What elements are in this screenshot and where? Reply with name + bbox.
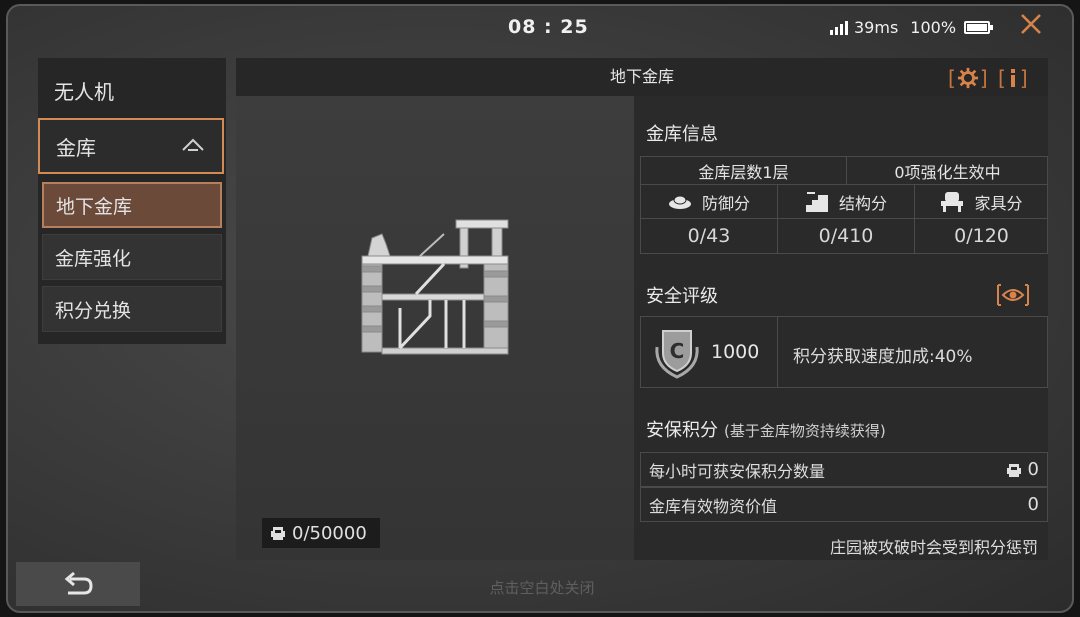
asset-value-label: 金库有效物资价值 (649, 496, 778, 516)
hourly-points-label: 每小时可获安保积分数量 (649, 461, 826, 481)
vault-floors: 金库层数1层 (641, 157, 847, 185)
safety-rating-box: C 1000 积分获取速度加成:40% (640, 316, 1048, 388)
capacity-value: 0/50000 (292, 522, 367, 544)
rating-shield-icon: C (655, 330, 699, 379)
security-points-icon (1006, 463, 1021, 477)
side-menu: 无人机 金库 地下金库 金库强化 积分兑换 (38, 58, 226, 344)
sub-item-label: 地下金库 (56, 195, 133, 218)
safety-score: 1000 (711, 341, 760, 363)
asset-value: 0 (1027, 494, 1039, 515)
vault-preview: 0/50000 (236, 96, 634, 560)
penalty-note: 庄园被攻破时会受到积分惩罚 (829, 538, 1038, 557)
asset-value-row: 金库有效物资价值 0 (640, 487, 1048, 522)
vault-panel: 地下金库 [ ] [] 0/50000 金库信息 金库层数1层 0项强化生效中… (236, 58, 1048, 560)
battery-icon (964, 21, 994, 34)
furniture-header: 家具分 (915, 185, 1048, 219)
structure-label: 结构分 (838, 193, 887, 213)
menu-item-vault[interactable]: 金库 (38, 118, 224, 174)
chevron-up-icon (182, 138, 204, 151)
hourly-points-row: 每小时可获安保积分数量 0 (640, 452, 1048, 487)
defense-value: 0/43 (641, 219, 778, 253)
close-hint: 点击空白处关闭 (489, 579, 595, 597)
vault-info-table: 金库层数1层 0项强化生效中 防御分 结构分 家具分 0/43 0/410 0/… (640, 156, 1048, 254)
vault-building-image (361, 219, 509, 355)
close-button[interactable] (1016, 11, 1046, 41)
ping-value: 39ms (854, 18, 899, 37)
status-bar: 39ms 100% (830, 18, 994, 37)
game-window: 08 : 25 39ms 100% 无人机 金库 地下金库 金库强化 积分兑换 (6, 4, 1074, 613)
structure-header: 结构分 (778, 185, 915, 219)
info-button[interactable]: [ ] (998, 66, 1028, 90)
battery-value: 100% (910, 18, 957, 37)
sub-item-points-exchange[interactable]: 积分兑换 (42, 286, 222, 332)
security-points-title: 安保积分 (基于金库物资持续获得) (646, 416, 886, 442)
safety-title: 安全评级 (646, 286, 718, 307)
info-icon (1010, 69, 1015, 87)
gear-icon (957, 67, 978, 89)
furniture-label: 家具分 (974, 193, 1023, 213)
security-points-icon (271, 527, 285, 540)
vault-buffs: 0项强化生效中 (847, 157, 1048, 185)
security-points-subtitle: (基于金库物资持续获得) (724, 422, 886, 440)
sub-item-label: 金库强化 (55, 247, 132, 270)
menu-item-label: 无人机 (54, 79, 114, 104)
structure-icon (805, 191, 828, 212)
eye-icon (997, 284, 1029, 306)
furniture-icon (941, 191, 964, 212)
menu-item-label: 金库 (56, 135, 96, 160)
sub-item-vault-upgrade[interactable]: 金库强化 (42, 234, 222, 280)
close-icon (1021, 14, 1041, 34)
menu-item-drone[interactable]: 无人机 (38, 62, 226, 118)
panel-title: 地下金库 (609, 67, 674, 86)
vault-info-section: 金库信息 金库层数1层 0项强化生效中 防御分 结构分 家具分 0/43 0/4… (634, 96, 1048, 560)
sub-item-underground-vault[interactable]: 地下金库 (42, 182, 222, 228)
structure-value: 0/410 (778, 219, 915, 253)
settings-button[interactable]: [ ] (948, 66, 988, 90)
sub-item-label: 积分兑换 (55, 299, 132, 322)
defense-icon (668, 195, 691, 209)
view-rating-button[interactable] (996, 282, 1030, 308)
defense-header: 防御分 (641, 185, 778, 219)
security-points-label: 安保积分 (646, 420, 718, 441)
capacity-badge: 0/50000 (262, 518, 380, 548)
signal-icon (830, 20, 848, 35)
vault-info-title: 金库信息 (646, 124, 718, 145)
furniture-value: 0/120 (954, 225, 1009, 247)
panel-header: 地下金库 [ ] [] (236, 58, 1048, 96)
safety-bonus: 积分获取速度加成:40% (793, 347, 973, 367)
svg-text:C: C (670, 339, 685, 363)
clock: 08 : 25 (508, 16, 589, 38)
defense-label: 防御分 (701, 193, 750, 213)
hourly-points-value: 0 (1027, 459, 1039, 480)
